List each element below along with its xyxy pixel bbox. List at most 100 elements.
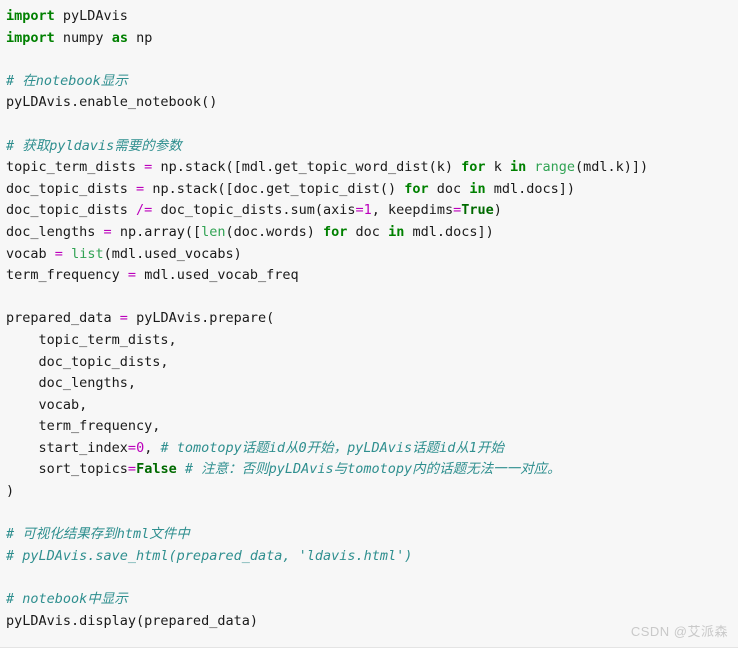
code-token: doc [347, 223, 389, 240]
code-token: start_index [6, 439, 128, 456]
code-line: vocab = list(mdl.used_vocabs) [6, 244, 738, 266]
code-token: ) [6, 483, 15, 500]
code-line: import numpy as np [6, 28, 738, 50]
code-token: # 获取pyldavis需要的参数 [6, 137, 182, 154]
code-line: import pyLDAvis [6, 6, 738, 28]
code-token: prepared_data [6, 310, 120, 327]
code-token: # notebook中显示 [6, 591, 128, 608]
code-token: # 在notebook显示 [6, 72, 128, 89]
code-token: pyLDAvis.display(prepared_data) [6, 612, 258, 629]
code-token: 1 [363, 202, 372, 219]
code-token: doc_lengths [6, 223, 104, 240]
code-token: np [127, 29, 153, 46]
code-line: # 获取pyldavis需要的参数 [6, 136, 738, 158]
code-token: np.stack([mdl.get_topic_word_dist(k) [152, 159, 462, 176]
code-token: (doc.words) [225, 223, 324, 240]
code-token: doc_topic_dists [6, 180, 137, 197]
code-token: sort_topics [6, 461, 128, 478]
code-token: (mdl.used_vocabs) [103, 245, 242, 262]
code-token: # tomotopy话题id从0开始，pyLDAvis话题id从1开始 [160, 439, 505, 456]
code-line: # pyLDAvis.save_html(prepared_data, 'lda… [6, 546, 738, 568]
code-token: mdl.used_vocab_freq [136, 267, 299, 284]
code-token: = [127, 461, 137, 478]
code-token: # pyLDAvis.save_html(prepared_data, 'lda… [6, 547, 413, 564]
code-line: pyLDAvis.display(prepared_data) [6, 611, 738, 633]
code-token: , [144, 439, 161, 456]
code-token: numpy [54, 29, 112, 46]
code-line: pyLDAvis.enable_notebook() [6, 92, 738, 114]
csdn-watermark: CSDN @艾派森 [630, 624, 728, 639]
code-token: term_frequency, [6, 418, 161, 435]
code-line: term_frequency = mdl.used_vocab_freq [6, 265, 738, 287]
code-token: term_frequency [6, 267, 128, 284]
code-token: topic_term_dists, [6, 331, 177, 348]
code-line: start_index=0, # tomotopy话题id从0开始，pyLDAv… [6, 438, 738, 460]
code-token: np.array([ [111, 223, 202, 240]
code-token: doc_topic_dists [6, 202, 137, 219]
code-line: # notebook中显示 [6, 589, 738, 611]
code-token: = [127, 267, 137, 284]
code-token: in [509, 159, 527, 176]
code-line: topic_term_dists = np.stack([mdl.get_top… [6, 157, 738, 179]
code-line: doc_lengths, [6, 373, 738, 395]
code-token: k [485, 159, 510, 176]
code-token: = [453, 202, 462, 219]
code-token: = [54, 245, 63, 262]
code-token: True [461, 202, 494, 219]
code-token: False [136, 461, 177, 478]
code-line: ) [6, 481, 738, 503]
code-token: np.stack([doc.get_topic_dist() [144, 180, 405, 197]
code-token: ) [493, 202, 502, 219]
code-token: for [323, 223, 348, 240]
code-screenshot-page: { "window": { "background_color": "#f7f7… [0, 0, 738, 648]
code-token: len [201, 223, 226, 240]
code-token: doc_topic_dists, [6, 353, 169, 370]
code-token: in [388, 223, 405, 240]
code-token: /= [136, 202, 153, 219]
code-line: # 在notebook显示 [6, 71, 738, 93]
code-line: term_frequency, [6, 416, 738, 438]
code-block[interactable]: import pyLDAvis import numpy as np # 在not… [0, 0, 738, 632]
code-line: doc_lengths = np.array([len(doc.words) f… [6, 222, 738, 244]
code-token: as [111, 29, 128, 46]
code-line: sort_topics=False # 注意：否则pyLDAvis与tomoto… [6, 459, 738, 481]
code-token: # 注意：否则pyLDAvis与tomotopy内的话题无法一一对应。 [184, 461, 561, 478]
code-token: import [6, 29, 55, 46]
code-line: prepared_data = pyLDAvis.prepare( [6, 308, 738, 330]
code-token: in [469, 180, 486, 197]
code-token: doc [428, 180, 470, 197]
code-token: for [461, 159, 486, 176]
code-line: doc_topic_dists /= doc_topic_dists.sum(a… [6, 200, 738, 222]
code-line: vocab, [6, 395, 738, 417]
code-line: doc_topic_dists = np.stack([doc.get_topi… [6, 179, 738, 201]
code-token: for [404, 180, 429, 197]
code-token: = [136, 180, 145, 197]
code-token: pyLDAvis [54, 8, 128, 24]
code-token: = [127, 439, 137, 456]
code-line: doc_topic_dists, [6, 352, 738, 374]
code-line: # 可视化结果存到html文件中 [6, 524, 738, 546]
code-token: = [103, 223, 112, 240]
code-token: pyLDAvis.prepare( [127, 310, 275, 327]
code-token: import [6, 8, 55, 24]
code-token: # 可视化结果存到html文件中 [6, 526, 190, 543]
code-line: topic_term_dists, [6, 330, 738, 352]
code-token: mdl.docs]) [485, 180, 575, 197]
code-token: (mdl.k)]) [575, 159, 649, 176]
code-token: vocab, [6, 396, 88, 413]
code-token: mdl.docs]) [404, 223, 494, 240]
code-token: = [355, 202, 364, 219]
code-token: doc_topic_dists.sum(axis [152, 202, 356, 219]
code-token: , keepdims [371, 202, 454, 219]
code-token: vocab [6, 245, 55, 262]
code-token: list [71, 245, 104, 262]
code-token: range [534, 159, 575, 176]
code-token: 0 [136, 439, 145, 456]
